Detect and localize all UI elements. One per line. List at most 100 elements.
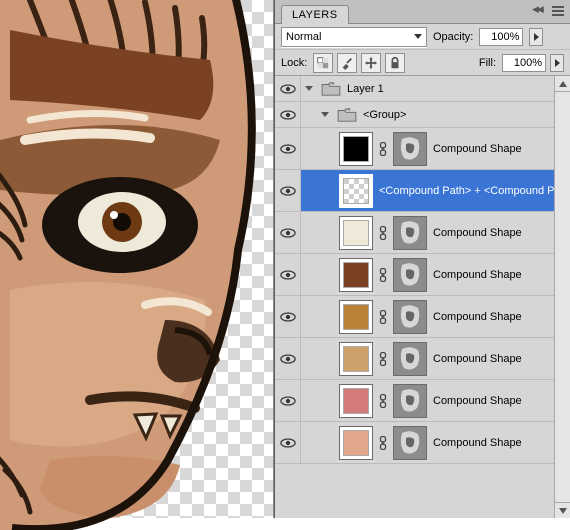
- chevron-down-icon: [559, 508, 567, 514]
- layer-thumbnail[interactable]: [339, 342, 373, 376]
- layer-row[interactable]: <Compound Path> + <Compound Pat...: [275, 170, 570, 212]
- link-icon: [379, 226, 387, 240]
- link-icon: [379, 142, 387, 156]
- layer-list-scrollbar[interactable]: [554, 76, 570, 518]
- vector-mask[interactable]: [393, 132, 427, 166]
- vector-mask-thumbnail: [398, 346, 422, 372]
- tab-layers[interactable]: LAYERS: [281, 5, 349, 24]
- link-icon: [379, 268, 387, 282]
- link-icon: [379, 394, 387, 408]
- layer-name: Compound Shape: [433, 353, 566, 365]
- layer-row[interactable]: Compound Shape: [275, 296, 570, 338]
- layer-thumbnail[interactable]: [339, 132, 373, 166]
- disclosure-triangle-icon[interactable]: [321, 112, 329, 117]
- layer-row[interactable]: Compound Shape: [275, 254, 570, 296]
- layer-name: Layer 1: [347, 83, 566, 95]
- layer-name: Compound Shape: [433, 143, 566, 155]
- link-indicator[interactable]: [379, 310, 387, 324]
- eye-icon: [280, 312, 296, 322]
- vector-mask[interactable]: [393, 258, 427, 292]
- layer-thumbnail[interactable]: [339, 216, 373, 250]
- visibility-toggle[interactable]: [275, 380, 301, 421]
- scroll-down-button[interactable]: [555, 502, 570, 518]
- fill-label: Fill:: [479, 57, 496, 69]
- panel-menu-icon[interactable]: [549, 4, 567, 18]
- lock-paint-button[interactable]: [337, 53, 357, 73]
- fill-flyout-button[interactable]: [550, 54, 564, 72]
- panel-tabbar: LAYERS: [275, 0, 570, 24]
- eye-icon: [280, 438, 296, 448]
- folder-icon: [321, 81, 341, 97]
- blend-mode-value: Normal: [286, 31, 321, 43]
- vector-mask[interactable]: [393, 342, 427, 376]
- layer-thumbnail[interactable]: [339, 426, 373, 460]
- layer-row[interactable]: Compound Shape: [275, 422, 570, 464]
- visibility-toggle[interactable]: [275, 170, 301, 211]
- opacity-label: Opacity:: [433, 31, 473, 43]
- layer-thumbnail[interactable]: [339, 300, 373, 334]
- layers-panel: ◀◀ LAYERS Normal Opacity: 100% Lock:: [274, 0, 570, 518]
- brush-icon: [340, 56, 354, 70]
- fill-value: 100%: [514, 57, 542, 69]
- visibility-toggle[interactable]: [275, 102, 301, 127]
- opacity-input[interactable]: 100%: [479, 28, 523, 46]
- layer-name: Compound Shape: [433, 395, 566, 407]
- eye-icon: [280, 228, 296, 238]
- visibility-toggle[interactable]: [275, 254, 301, 295]
- scroll-up-button[interactable]: [555, 76, 570, 92]
- vector-mask[interactable]: [393, 384, 427, 418]
- lock-move-button[interactable]: [361, 53, 381, 73]
- layer-name: Compound Shape: [433, 227, 566, 239]
- eye-icon: [280, 354, 296, 364]
- link-indicator[interactable]: [379, 142, 387, 156]
- chevron-right-icon: [555, 59, 560, 67]
- vector-mask[interactable]: [393, 300, 427, 334]
- scrollbar-track[interactable]: [555, 92, 570, 502]
- link-icon: [379, 310, 387, 324]
- visibility-toggle[interactable]: [275, 422, 301, 463]
- chevron-right-icon: [534, 33, 539, 41]
- folder-icon: [337, 107, 357, 123]
- layer-row-root[interactable]: Layer 1: [275, 76, 570, 102]
- link-indicator[interactable]: [379, 394, 387, 408]
- vector-mask[interactable]: [393, 426, 427, 460]
- visibility-toggle[interactable]: [275, 76, 301, 101]
- lock-icon: [388, 56, 402, 70]
- layer-row[interactable]: Compound Shape: [275, 212, 570, 254]
- link-indicator[interactable]: [379, 436, 387, 450]
- layer-row[interactable]: Compound Shape: [275, 380, 570, 422]
- blend-mode-select[interactable]: Normal: [281, 27, 427, 47]
- layer-name: <Group>: [363, 109, 566, 121]
- lock-transparency-icon: [316, 56, 330, 70]
- opacity-value: 100%: [491, 31, 519, 43]
- vector-mask-thumbnail: [398, 262, 422, 288]
- vector-mask[interactable]: [393, 216, 427, 250]
- link-indicator[interactable]: [379, 352, 387, 366]
- link-indicator[interactable]: [379, 226, 387, 240]
- link-icon: [379, 352, 387, 366]
- lock-transparency-button[interactable]: [313, 53, 333, 73]
- layer-thumbnail[interactable]: [339, 258, 373, 292]
- lock-fill-row: Lock: Fill: 100%: [275, 50, 570, 76]
- fill-input[interactable]: 100%: [502, 54, 546, 72]
- visibility-toggle[interactable]: [275, 296, 301, 337]
- visibility-toggle[interactable]: [275, 338, 301, 379]
- layer-name: <Compound Path> + <Compound Pat...: [379, 185, 566, 197]
- move-icon: [364, 56, 378, 70]
- lock-all-button[interactable]: [385, 53, 405, 73]
- eye-icon: [280, 144, 296, 154]
- layer-thumbnail[interactable]: [339, 384, 373, 418]
- visibility-toggle[interactable]: [275, 128, 301, 169]
- lock-label: Lock:: [281, 57, 307, 69]
- layer-row[interactable]: Compound Shape: [275, 338, 570, 380]
- blend-opacity-row: Normal Opacity: 100%: [275, 24, 570, 50]
- panel-collapse-icon[interactable]: ◀◀: [532, 4, 546, 14]
- disclosure-triangle-icon[interactable]: [305, 86, 313, 91]
- opacity-flyout-button[interactable]: [529, 28, 543, 46]
- visibility-toggle[interactable]: [275, 212, 301, 253]
- eye-icon: [280, 110, 296, 120]
- layer-row-group[interactable]: <Group>: [275, 102, 570, 128]
- layer-row[interactable]: Compound Shape: [275, 128, 570, 170]
- layer-thumbnail[interactable]: [339, 174, 373, 208]
- link-indicator[interactable]: [379, 268, 387, 282]
